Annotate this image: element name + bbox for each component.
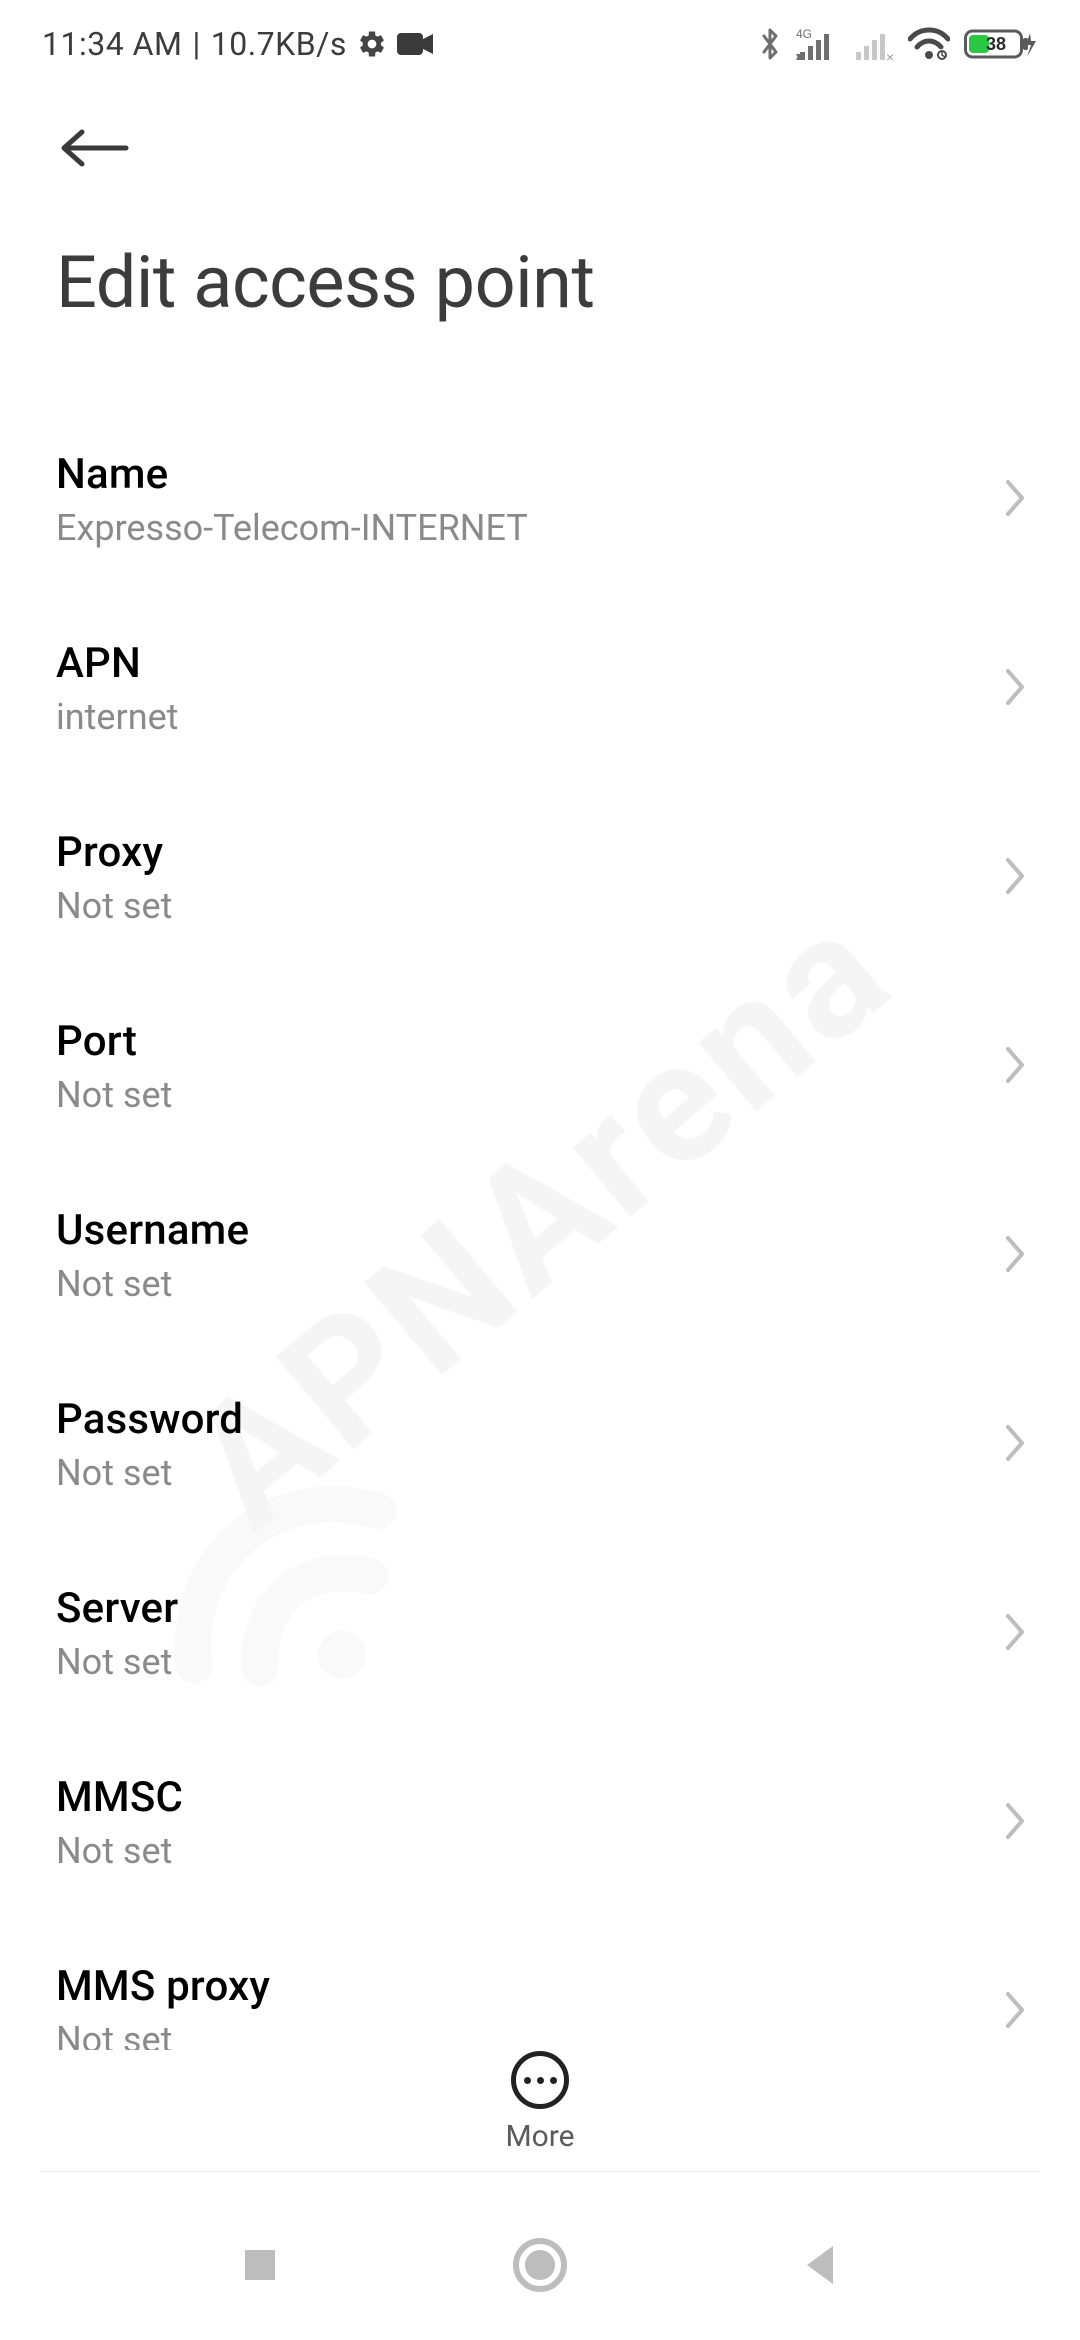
- circle-icon: [512, 2237, 568, 2293]
- gear-icon: [357, 29, 387, 59]
- divider: [40, 2171, 1040, 2172]
- video-camera-icon: [397, 31, 435, 57]
- back-button[interactable]: [56, 116, 140, 180]
- setting-value: internet: [56, 696, 178, 738]
- setting-value: Not set: [56, 1263, 249, 1305]
- chevron-right-icon: [1002, 665, 1030, 713]
- nav-home-button[interactable]: [500, 2225, 580, 2305]
- setting-value: Not set: [56, 1830, 183, 1872]
- setting-value: Not set: [56, 1452, 243, 1494]
- setting-label: Name: [56, 450, 528, 499]
- navigation-bar: [0, 2190, 1080, 2340]
- setting-label: MMS proxy: [56, 1962, 270, 2011]
- setting-row-proxy[interactable]: Proxy Not set: [56, 778, 1052, 967]
- square-icon: [239, 2244, 281, 2286]
- setting-value: Not set: [56, 1641, 178, 1683]
- chevron-right-icon: [1002, 476, 1030, 524]
- settings-list: Name Expresso-Telecom-INTERNET APN inter…: [0, 400, 1080, 2050]
- battery-icon: 38: [964, 27, 1038, 61]
- status-bar: 11:34 AM | 10.7KB/s 4G: [0, 0, 1080, 72]
- battery-percent-text: 38: [986, 34, 1006, 54]
- setting-row-port[interactable]: Port Not set: [56, 967, 1052, 1156]
- setting-label: Server: [56, 1584, 178, 1633]
- chevron-right-icon: [1002, 1232, 1030, 1280]
- chevron-right-icon: [1002, 1799, 1030, 1847]
- signal-4g-icon: 4G: [796, 26, 838, 62]
- triangle-left-icon: [799, 2242, 841, 2288]
- more-label: More: [505, 2119, 574, 2154]
- nav-back-button[interactable]: [780, 2225, 860, 2305]
- setting-label: APN: [56, 639, 178, 688]
- setting-value: Not set: [56, 2019, 270, 2050]
- setting-value: Not set: [56, 885, 172, 927]
- chevron-right-icon: [1002, 1421, 1030, 1469]
- setting-row-apn[interactable]: APN internet: [56, 589, 1052, 778]
- setting-value: Not set: [56, 1074, 172, 1116]
- setting-row-server[interactable]: Server Not set: [56, 1534, 1052, 1723]
- signal-no-sim-icon: ×: [852, 26, 894, 62]
- status-time: 11:34 AM: [42, 25, 182, 63]
- more-icon: [511, 2051, 569, 2109]
- chevron-right-icon: [1002, 1988, 1030, 2036]
- setting-label: Port: [56, 1017, 172, 1066]
- svg-text:×: ×: [886, 49, 894, 62]
- setting-label: MMSC: [56, 1773, 183, 1822]
- chevron-right-icon: [1002, 854, 1030, 902]
- setting-row-password[interactable]: Password Not set: [56, 1345, 1052, 1534]
- setting-label: Username: [56, 1206, 249, 1255]
- chevron-right-icon: [1002, 1610, 1030, 1658]
- page-title: Edit access point: [0, 180, 1080, 353]
- chevron-right-icon: [1002, 1043, 1030, 1091]
- status-separator: |: [192, 25, 200, 63]
- setting-label: Password: [56, 1395, 243, 1444]
- setting-row-mms-proxy[interactable]: MMS proxy Not set: [56, 1912, 1052, 2050]
- setting-row-name[interactable]: Name Expresso-Telecom-INTERNET: [56, 400, 1052, 589]
- setting-row-username[interactable]: Username Not set: [56, 1156, 1052, 1345]
- svg-text:4G: 4G: [796, 27, 812, 41]
- arrow-left-icon: [56, 128, 130, 168]
- bluetooth-icon: [758, 26, 782, 62]
- setting-row-mmsc[interactable]: MMSC Not set: [56, 1723, 1052, 1912]
- setting-value: Expresso-Telecom-INTERNET: [56, 507, 528, 549]
- more-button[interactable]: More: [0, 2051, 1080, 2154]
- wifi-icon: [908, 27, 950, 61]
- status-net-speed: 10.7KB/s: [211, 25, 347, 63]
- nav-recents-button[interactable]: [220, 2225, 300, 2305]
- setting-label: Proxy: [56, 828, 172, 877]
